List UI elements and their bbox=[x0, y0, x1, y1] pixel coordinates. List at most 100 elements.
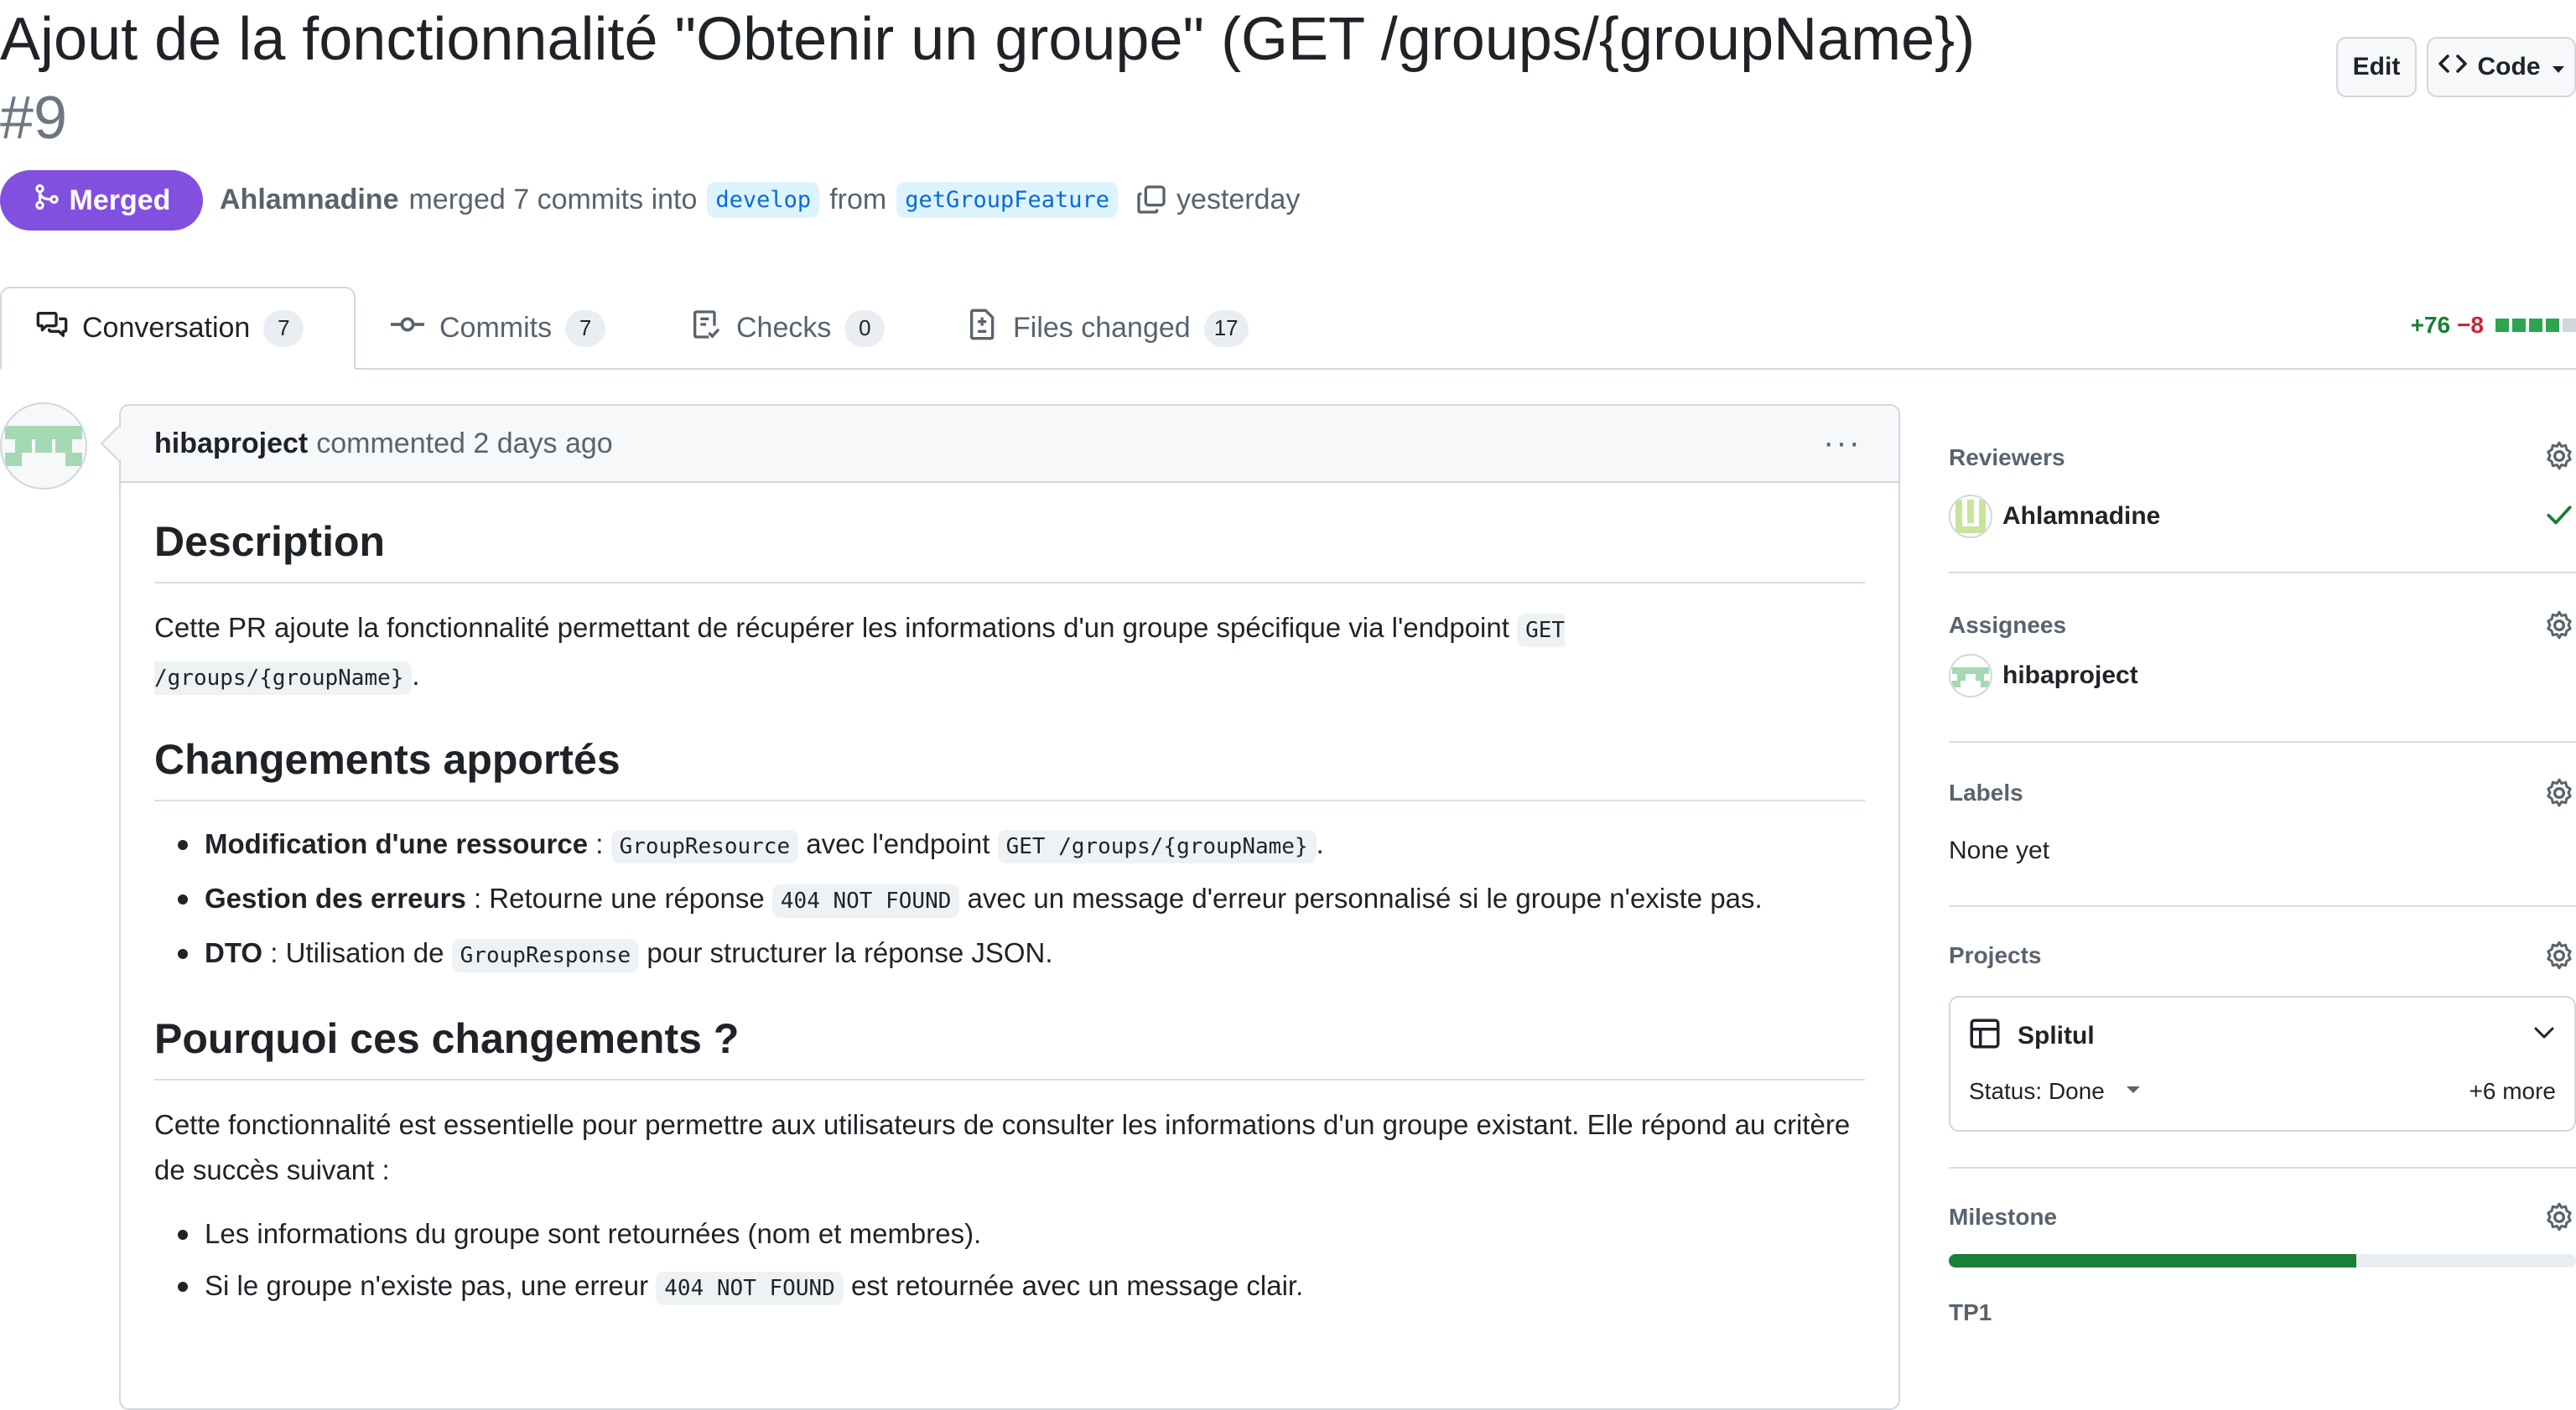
why-paragraph: Cette fonctionnalité est essentielle pou… bbox=[154, 1109, 1851, 1185]
changes-list: Modification d'une ressource : GroupReso… bbox=[154, 818, 1865, 982]
diffstat-additions: +76 bbox=[2410, 312, 2451, 338]
pr-number: #9 bbox=[0, 85, 68, 152]
gear-icon[interactable] bbox=[2542, 939, 2576, 972]
diffstat-deletions: −8 bbox=[2457, 312, 2484, 338]
tab-checks-label: Checks bbox=[736, 312, 832, 344]
base-branch[interactable]: develop bbox=[707, 181, 820, 218]
tab-commits-label: Commits bbox=[439, 312, 553, 344]
why-heading: Pourquoi ces changements ? bbox=[154, 1010, 1865, 1081]
edit-button-label: Edit bbox=[2352, 53, 2401, 80]
reviewers-label[interactable]: Reviewers bbox=[1949, 444, 2065, 471]
project-status[interactable]: Status: Done bbox=[1969, 1078, 2142, 1105]
head-branch[interactable]: getGroupFeature bbox=[896, 181, 1119, 218]
gear-icon[interactable] bbox=[2542, 776, 2576, 810]
from-text: from bbox=[829, 183, 887, 215]
inline-code: GET /groups/{groupName} bbox=[997, 830, 1317, 863]
assignee-item[interactable]: hibaproject bbox=[1949, 654, 2138, 697]
comment-discussion-icon bbox=[35, 308, 69, 349]
comment-header: hibaproject commented 2 days ago ··· bbox=[121, 406, 1898, 483]
tab-conversation[interactable]: Conversation 7 bbox=[0, 287, 356, 370]
tab-files-changed-count: 17 bbox=[1203, 309, 1249, 347]
avatar[interactable] bbox=[0, 402, 87, 490]
tab-commits[interactable]: Commits 7 bbox=[356, 287, 639, 370]
pr-title-block: Ajout de la fonctionnalité "Obtenir un g… bbox=[0, 0, 2281, 158]
tab-files-changed-label: Files changed bbox=[1013, 312, 1191, 344]
checklist-icon bbox=[689, 308, 723, 349]
list-item-text: Les informations du groupe sont retourné… bbox=[205, 1218, 982, 1249]
check-icon bbox=[2542, 498, 2576, 531]
project-card[interactable]: Splitul Status: Done +6 more bbox=[1949, 996, 2576, 1132]
criteria-list: Les informations du groupe sont retourné… bbox=[154, 1208, 1865, 1314]
milestone-name[interactable]: TP1 bbox=[1949, 1299, 1992, 1326]
pr-time[interactable]: yesterday bbox=[1176, 184, 1300, 216]
assignees-label[interactable]: Assignees bbox=[1949, 612, 2066, 639]
avatar bbox=[1949, 495, 1992, 538]
tab-checks[interactable]: Checks 0 bbox=[656, 287, 918, 370]
pr-title: Ajout de la fonctionnalité "Obtenir un g… bbox=[0, 6, 1976, 73]
tab-commits-count: 7 bbox=[565, 309, 606, 347]
project-name[interactable]: Splitul bbox=[2018, 1022, 2095, 1050]
list-item-bold: Gestion des erreurs bbox=[205, 883, 466, 914]
description-end: . bbox=[412, 660, 420, 691]
avatar bbox=[1949, 654, 1992, 697]
inline-code: 404 NOT FOUND bbox=[771, 884, 960, 918]
list-item-text: . bbox=[1316, 828, 1324, 859]
list-item: Les informations du groupe sont retourné… bbox=[154, 1208, 1865, 1260]
file-diff-icon bbox=[966, 308, 1000, 349]
comment-meta: commented 2 days ago bbox=[316, 427, 613, 459]
gear-icon[interactable] bbox=[2542, 439, 2576, 473]
changes-heading: Changements apportés bbox=[154, 731, 1865, 801]
code-button-label: Code bbox=[2477, 53, 2541, 80]
list-item-text: : Utilisation de bbox=[262, 937, 452, 968]
triangle-down-icon bbox=[2125, 1084, 2142, 1099]
assignees-section: Assignees hibaproject bbox=[1949, 573, 2576, 743]
tab-files-changed[interactable]: Files changed 17 bbox=[932, 287, 1282, 370]
merged-state-label: Merged bbox=[69, 184, 171, 216]
labels-value: None yet bbox=[1949, 837, 2050, 864]
labels-section: Labels None yet bbox=[1949, 743, 2576, 907]
comment-body: Description Cette PR ajoute la fonctionn… bbox=[121, 513, 1898, 1314]
milestone-label[interactable]: Milestone bbox=[1949, 1204, 2057, 1231]
edit-button[interactable]: Edit bbox=[2336, 37, 2417, 97]
milestone-section: Milestone TP1 bbox=[1949, 1169, 2576, 1387]
sidebar: Reviewers Ahlamnadine Assignees hibaproj… bbox=[1949, 419, 2576, 1387]
milestone-progress-fill bbox=[1949, 1254, 2357, 1267]
list-item-bold: DTO bbox=[205, 937, 263, 968]
inline-code: 404 NOT FOUND bbox=[656, 1272, 844, 1305]
pr-meta-line: Ahlamnadine merged 7 commits into develo… bbox=[220, 173, 1300, 226]
gear-icon[interactable] bbox=[2542, 609, 2576, 642]
reviewer-item[interactable]: Ahlamnadine bbox=[1949, 495, 2160, 538]
git-merge-icon bbox=[33, 183, 61, 219]
project-more-link[interactable]: +6 more bbox=[2470, 1078, 2557, 1105]
list-item-text: Si le groupe n'existe pas, une erreur bbox=[205, 1270, 657, 1301]
inline-code: GroupResource bbox=[610, 830, 799, 863]
chevron-down-icon[interactable] bbox=[2531, 1023, 2558, 1047]
diffstat-blocks bbox=[2496, 319, 2576, 332]
git-commit-icon bbox=[389, 308, 426, 349]
pr-author-link[interactable]: Ahlamnadine bbox=[220, 184, 398, 216]
list-item: Modification d'une ressource : GroupReso… bbox=[154, 818, 1865, 873]
inline-code: GroupResponse bbox=[451, 939, 640, 972]
description-text: Cette PR ajoute la fonctionnalité permet… bbox=[154, 612, 1509, 643]
code-button[interactable]: Code bbox=[2427, 37, 2576, 97]
comment-box: hibaproject commented 2 days ago ··· Des… bbox=[119, 404, 1900, 1410]
description-heading: Description bbox=[154, 513, 1865, 583]
projects-label[interactable]: Projects bbox=[1949, 942, 2042, 969]
list-item: Si le groupe n'existe pas, une erreur 40… bbox=[154, 1260, 1865, 1314]
list-item-text: pour structurer la réponse JSON. bbox=[639, 937, 1053, 968]
tab-checks-count: 0 bbox=[844, 309, 886, 347]
project-status-label: Status: Done bbox=[1969, 1078, 2105, 1104]
list-item-text: avec un message d'erreur personnalisé si… bbox=[959, 883, 1763, 914]
diffstat-block bbox=[2529, 319, 2542, 332]
merged-state-badge: Merged bbox=[0, 170, 203, 231]
comment-author-link[interactable]: hibaproject bbox=[154, 428, 308, 460]
reviewer-name: Ahlamnadine bbox=[2002, 502, 2161, 530]
labels-label[interactable]: Labels bbox=[1949, 780, 2023, 806]
table-icon bbox=[1967, 1016, 2002, 1055]
copy-icon[interactable] bbox=[1135, 183, 1168, 216]
list-item-text: : Retourne une réponse bbox=[465, 883, 772, 914]
projects-section: Projects Splitul Status: Done +6 more bbox=[1949, 907, 2576, 1169]
kebab-menu-icon[interactable]: ··· bbox=[1823, 424, 1862, 462]
gear-icon[interactable] bbox=[2542, 1200, 2576, 1234]
code-icon bbox=[2438, 51, 2468, 83]
